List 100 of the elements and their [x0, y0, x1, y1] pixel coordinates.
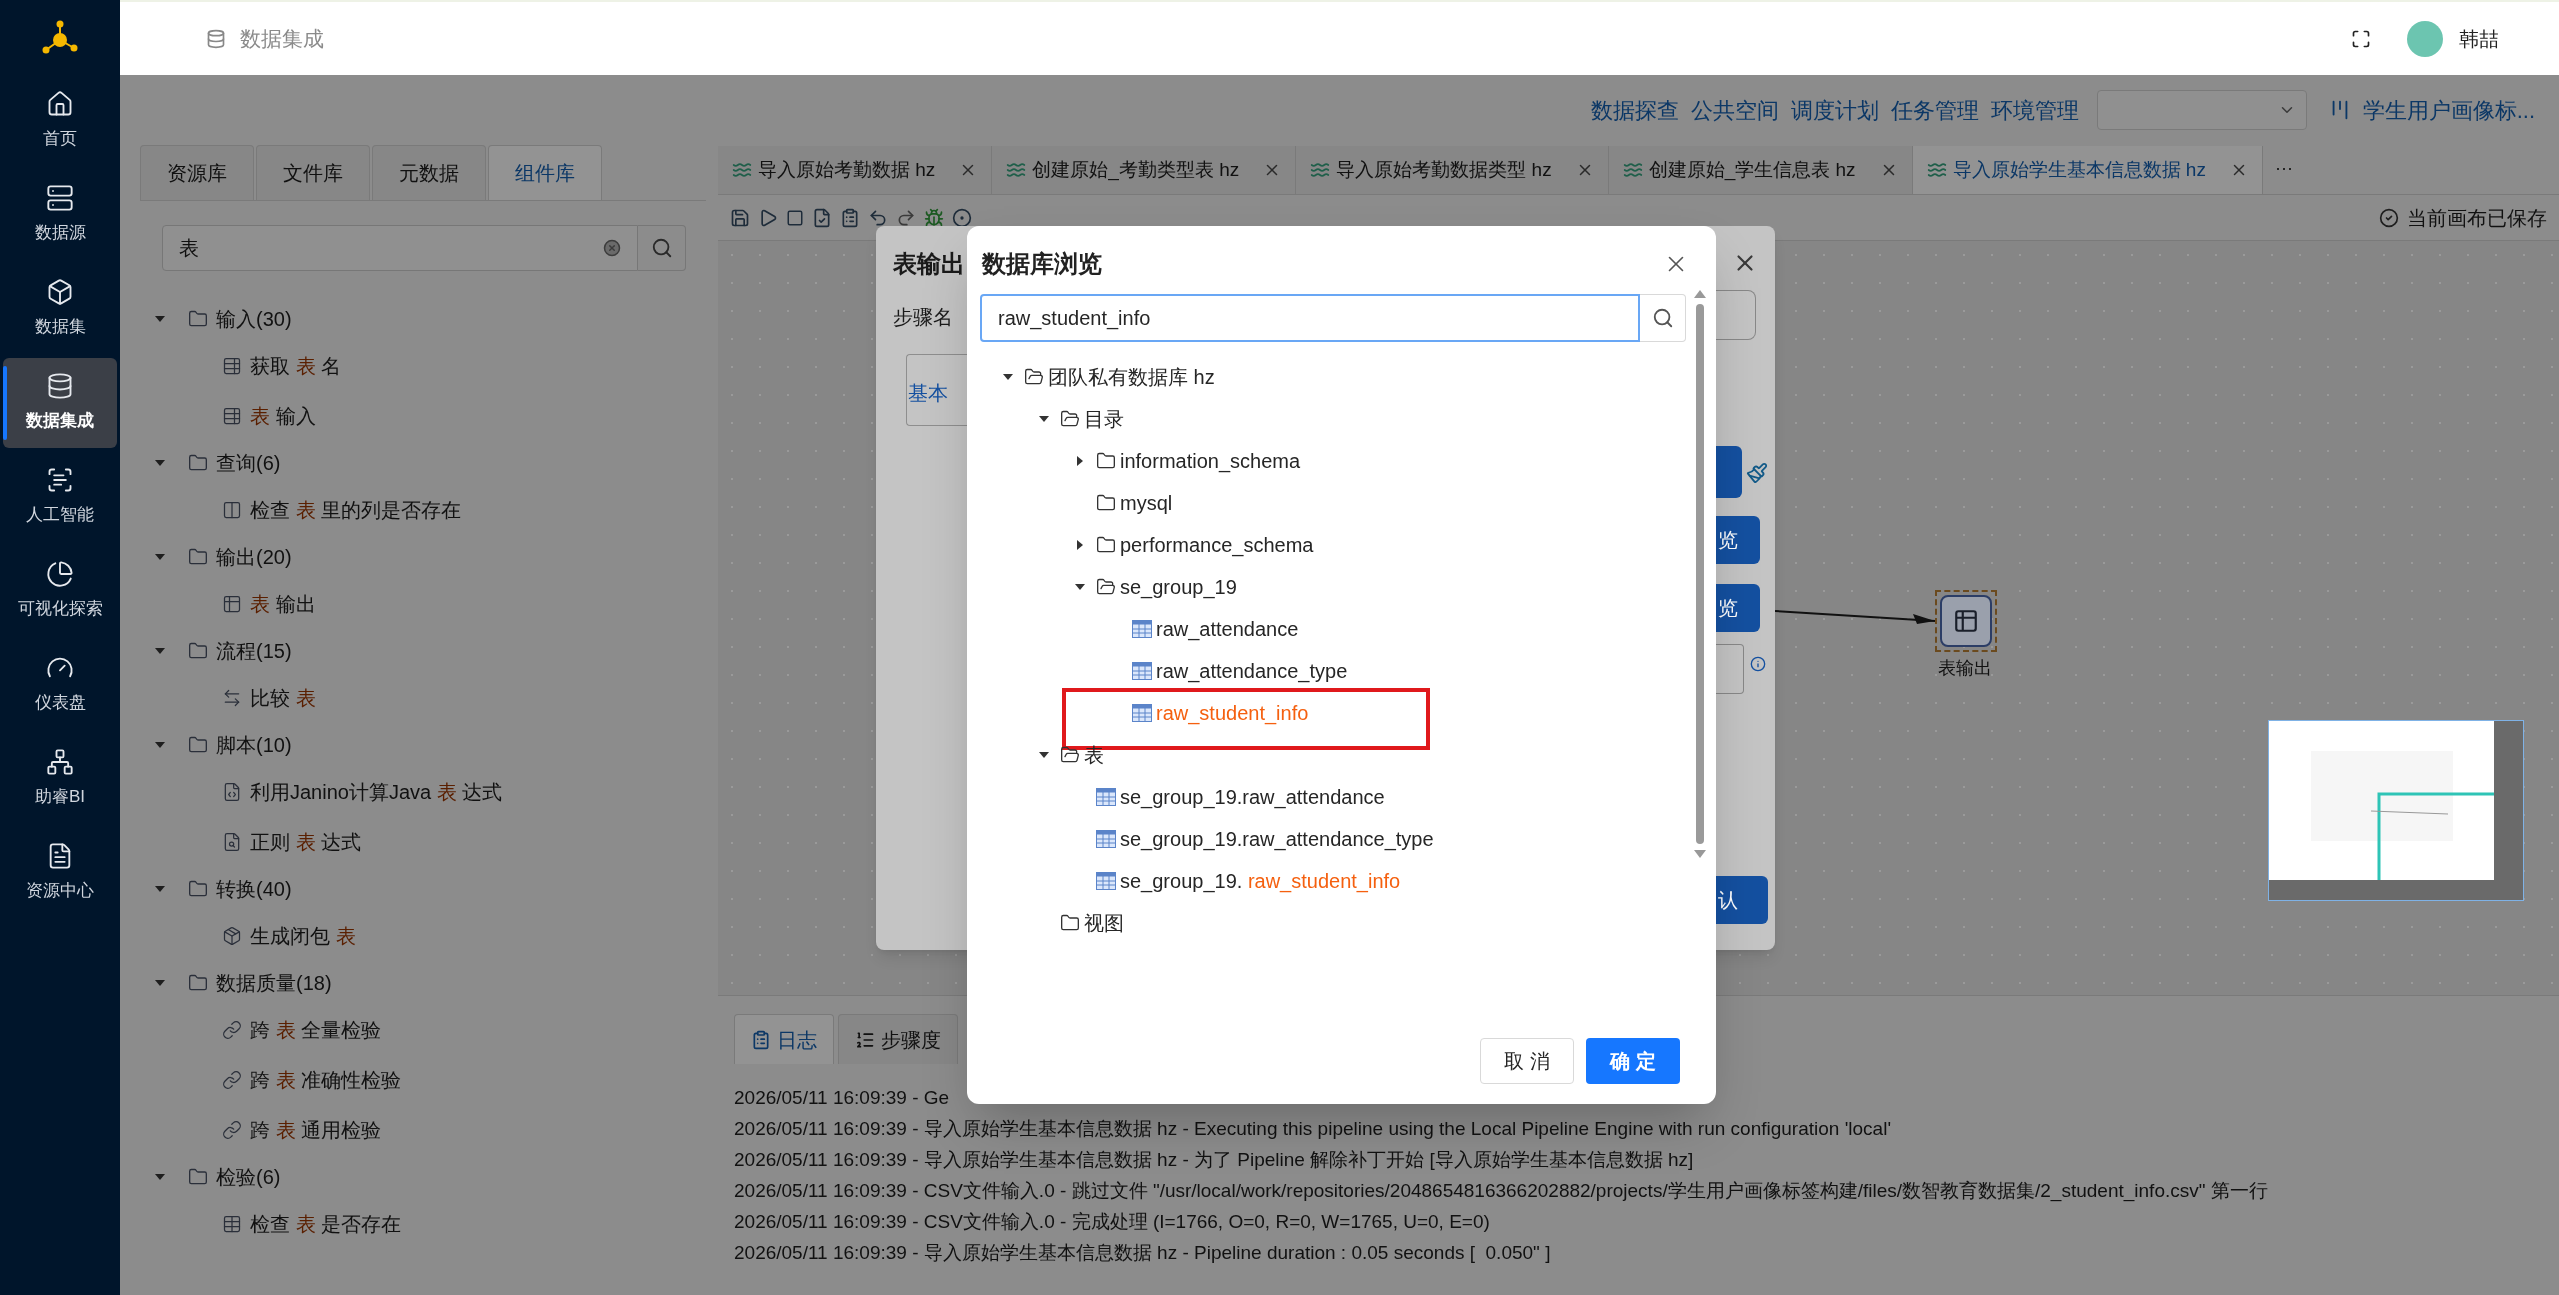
tree-item[interactable]: 正则 表 达式 — [250, 827, 362, 857]
link-icon — [222, 1020, 242, 1040]
tree-item[interactable]: raw_student_info — [1156, 698, 1309, 728]
tree-group[interactable]: 数据质量(18) — [216, 968, 332, 998]
nav-item[interactable]: 数据集成 — [3, 358, 117, 448]
scrollbar[interactable] — [1692, 290, 1708, 858]
panel-tab[interactable]: 基本 — [908, 378, 948, 408]
cube-icon — [46, 278, 74, 307]
dialog-title: 表输出 — [893, 249, 965, 279]
tree-item[interactable]: 检查 表 是否存在 — [250, 1209, 402, 1239]
folder-open-icon — [1060, 745, 1080, 765]
tree-item[interactable]: information_schema — [1120, 446, 1301, 476]
tree-group[interactable]: 输入(30) — [216, 304, 292, 334]
check-circle-icon — [2379, 207, 2399, 228]
cancel-button[interactable]: 取 消 — [1480, 1038, 1574, 1084]
table-icon — [1096, 872, 1116, 890]
panel-tab[interactable]: 组件库 — [488, 145, 602, 200]
search-field[interactable]: raw_student_info — [980, 294, 1640, 342]
file-check-icon[interactable] — [812, 207, 832, 228]
tree-item[interactable]: 团队私有数据库 hz — [1048, 362, 1215, 392]
save-icon[interactable] — [730, 207, 750, 228]
file-tab[interactable]: 导入原始学生基本信息数据 hz — [1912, 146, 2263, 194]
panel-tab[interactable]: 步骤度 — [838, 1014, 958, 1064]
table-output-node[interactable] — [1935, 590, 1997, 652]
clipboard-icon[interactable] — [840, 207, 860, 228]
waves-icon — [1310, 160, 1331, 180]
tree-item[interactable]: 目录 — [1084, 404, 1124, 434]
panel-tab[interactable]: 元数据 — [372, 145, 486, 200]
undo-icon[interactable] — [868, 207, 888, 228]
stop-icon[interactable] — [786, 208, 804, 227]
top-link[interactable]: 环境管理 — [1990, 93, 2079, 127]
tree-item[interactable]: se_group_19.raw_attendance — [1120, 782, 1385, 812]
top-link[interactable]: 任务管理 — [1890, 93, 1979, 127]
tree-item[interactable]: raw_attendance — [1156, 614, 1299, 644]
target-icon[interactable] — [952, 207, 972, 228]
file-tab[interactable]: 导入原始考勤数据 hz — [718, 146, 993, 194]
tree-item[interactable]: se_group_19. raw_student_info — [1120, 866, 1401, 896]
tree-group[interactable]: 转换(40) — [216, 874, 292, 904]
table-icon — [222, 594, 242, 614]
minimap-drawing[interactable] — [2268, 720, 2524, 901]
top-link[interactable]: 数据探查 — [1590, 93, 1679, 127]
panel-tab[interactable]: 文件库 — [256, 145, 370, 200]
log-line: 2026/05/11 16:09:39 - CSV文件输入.0 - 完成处理 (I=1766, O=0, R=0, W=1765, U=0, E=0) — [734, 1210, 1490, 1234]
tree-item[interactable]: 表 — [1084, 740, 1104, 770]
tree-item[interactable]: 表 输出 — [250, 589, 316, 619]
nav-item[interactable]: 首页 — [3, 76, 117, 166]
action-button[interactable]: 览 — [1716, 516, 1760, 564]
file-tab[interactable]: 导入原始考勤数据类型 hz — [1296, 146, 1609, 194]
panel-tab[interactable]: 日志 — [734, 1014, 834, 1064]
tree-item[interactable]: se_group_19.raw_attendance_type — [1120, 824, 1434, 854]
brush-icon[interactable] — [1746, 462, 1768, 484]
user-name[interactable]: 韩喆 — [2459, 23, 2499, 54]
top-link[interactable]: 调度计划 — [1790, 93, 1879, 127]
field-label: 步骤名 — [893, 305, 953, 330]
tree-item[interactable]: mysql — [1120, 488, 1173, 518]
top-link[interactable]: 公共空间 — [1690, 93, 1779, 127]
folder-open-icon — [1024, 367, 1044, 387]
panel-tab[interactable]: 资源库 — [140, 145, 254, 200]
tree-group[interactable]: 检验(6) — [216, 1162, 281, 1192]
tree-item[interactable]: se_group_19 — [1120, 572, 1237, 602]
tree-item[interactable]: 表 输入 — [250, 401, 316, 431]
clear-icon[interactable] — [603, 239, 621, 257]
action-button[interactable]: 认 — [1716, 876, 1768, 924]
bug-icon[interactable] — [924, 207, 944, 228]
log-line: 2026/05/11 16:09:39 - 导入原始学生基本信息数据 hz - 为了 Pipeline 解除补丁开始 [导入原始学生基本信息数据 hz] — [734, 1148, 1694, 1172]
tree-group[interactable]: 流程(15) — [216, 636, 292, 666]
play-icon[interactable] — [758, 207, 778, 228]
tree-item[interactable]: 利用Janino计算Java 表 达式 — [250, 777, 503, 807]
tree-item[interactable]: 检查 表 里的列是否存在 — [250, 495, 462, 525]
fullscreen-icon[interactable] — [2351, 28, 2371, 49]
search-button[interactable] — [638, 225, 686, 271]
nav-item[interactable]: 数据源 — [3, 170, 117, 260]
tree-item[interactable]: 跨 表 准确性检验 — [250, 1065, 402, 1095]
nav-item[interactable]: 仪表盘 — [3, 640, 117, 730]
tree-group[interactable]: 输出(20) — [216, 542, 292, 572]
action-button[interactable]: 览 — [1716, 584, 1760, 632]
tree-item[interactable]: 获取 表 名 — [250, 351, 342, 381]
nav-item[interactable]: 助睿BI — [3, 734, 117, 824]
redo-icon[interactable] — [896, 207, 916, 228]
more-tabs[interactable]: ··· — [2274, 155, 2293, 182]
clipboard-icon — [751, 1029, 771, 1050]
tree-item[interactable]: 跨 表 全量检验 — [250, 1015, 382, 1045]
tree-item[interactable]: performance_schema — [1120, 530, 1314, 560]
nav-item[interactable]: 资源中心 — [3, 828, 117, 918]
tree-item[interactable]: 跨 表 通用检验 — [250, 1115, 382, 1145]
tree-item[interactable]: 视图 — [1084, 908, 1124, 938]
nav-item[interactable]: 数据集 — [3, 264, 117, 354]
nav-item[interactable]: 可视化探索 — [3, 546, 117, 636]
file-tab[interactable]: 创建原始_考勤类型表 hz — [992, 146, 1297, 194]
tree-item[interactable]: raw_attendance_type — [1156, 656, 1348, 686]
tree-group[interactable]: 脚本(10) — [216, 730, 292, 760]
search-field[interactable]: 表 — [162, 225, 638, 271]
file-tab[interactable]: 创建原始_学生信息表 hz — [1608, 146, 1913, 194]
project-name[interactable]: 学生用户画像标... — [2362, 93, 2535, 127]
confirm-button[interactable]: 确 定 — [1586, 1038, 1680, 1084]
tree-item[interactable]: 生成闭包 表 — [250, 921, 356, 951]
info-icon[interactable] — [1750, 656, 1766, 672]
tree-group[interactable]: 查询(6) — [216, 448, 281, 478]
nav-item[interactable]: 人工智能 — [3, 452, 117, 542]
tree-item[interactable]: 比较 表 — [250, 683, 316, 713]
